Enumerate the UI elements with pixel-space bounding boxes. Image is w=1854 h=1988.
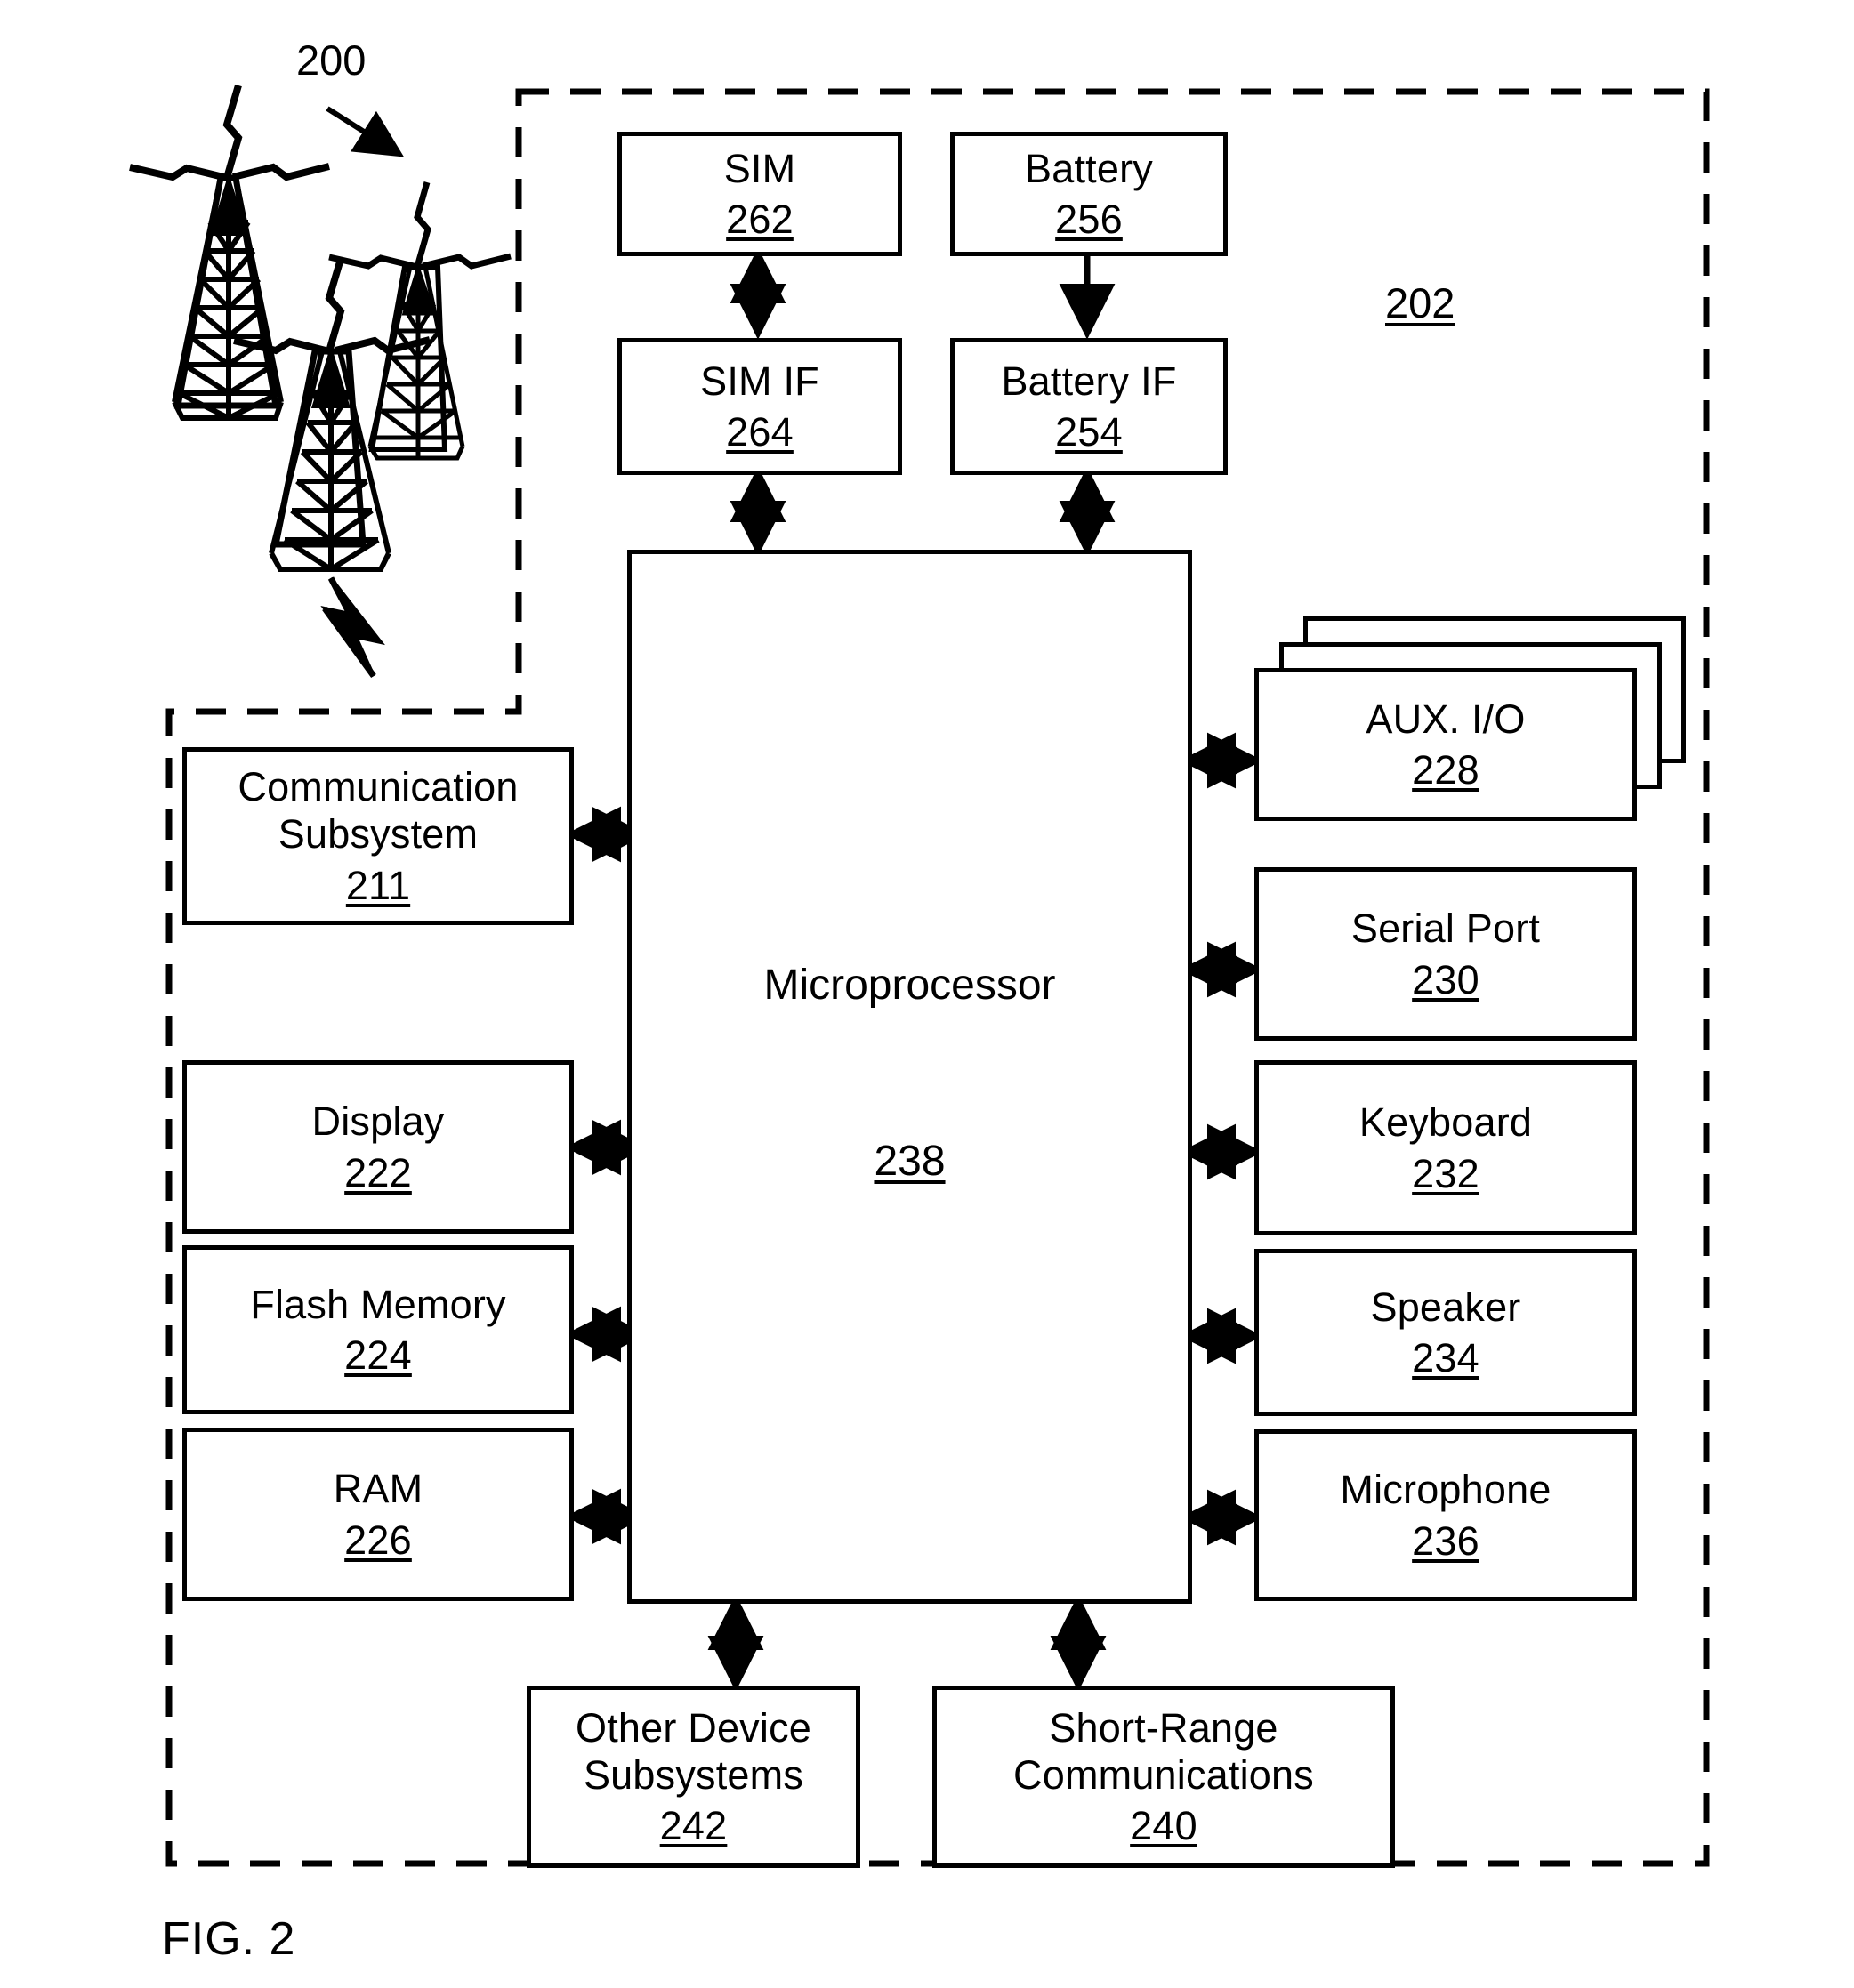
block-other-device-subsystems-label: Other Device Subsystems <box>576 1704 811 1798</box>
block-aux-io-number: 228 <box>1412 747 1479 793</box>
block-microphone[interactable]: Microphone 236 <box>1254 1429 1637 1601</box>
block-flash-memory-label: Flash Memory <box>250 1281 506 1327</box>
block-other-device-subsystems[interactable]: Other Device Subsystems 242 <box>527 1686 860 1868</box>
block-other-device-subsystems-number: 242 <box>659 1803 728 1849</box>
block-aux-io[interactable]: AUX. I/O 228 <box>1254 668 1637 821</box>
block-display-label: Display <box>311 1099 445 1145</box>
block-battery[interactable]: Battery 256 <box>950 132 1228 256</box>
block-speaker-number: 234 <box>1412 1335 1479 1380</box>
block-sim-if-number: 264 <box>726 409 794 455</box>
block-serial-port-number: 230 <box>1412 956 1479 1002</box>
block-sim[interactable]: SIM 262 <box>617 132 902 256</box>
block-short-range-communications[interactable]: Short-Range Communications 240 <box>932 1686 1395 1868</box>
block-display[interactable]: Display 222 <box>182 1060 574 1234</box>
label-202: 202 <box>1385 279 1455 326</box>
block-serial-port-label: Serial Port <box>1350 905 1541 952</box>
block-microprocessor-label: Microprocessor <box>763 962 1056 1009</box>
block-microprocessor[interactable] <box>627 550 1192 1604</box>
wireless-link-bolt-icon <box>320 576 385 679</box>
block-communication-subsystem-label: Communication Subsystem <box>238 764 519 857</box>
cell-tower-large-icon <box>129 84 330 421</box>
block-communication-subsystem[interactable]: Communication Subsystem 211 <box>182 747 574 925</box>
block-microphone-label: Microphone <box>1340 1467 1552 1513</box>
block-short-range-communications-number: 240 <box>1130 1803 1197 1849</box>
block-flash-memory-number: 224 <box>344 1332 412 1378</box>
block-keyboard-number: 232 <box>1412 1150 1479 1196</box>
block-communication-subsystem-number: 211 <box>345 862 411 908</box>
figure-caption: FIG. 2 <box>162 1913 296 1965</box>
block-ram[interactable]: RAM 226 <box>182 1428 574 1601</box>
block-serial-port[interactable]: Serial Port 230 <box>1254 867 1637 1041</box>
block-ram-label: RAM <box>333 1466 423 1512</box>
block-battery-number: 256 <box>1055 197 1123 242</box>
block-speaker-label: Speaker <box>1370 1284 1521 1330</box>
block-aux-io-label: AUX. I/O <box>1366 696 1526 742</box>
block-sim-number: 262 <box>726 197 794 242</box>
leader-line-200 <box>326 106 405 157</box>
block-battery-if-label: Battery IF <box>1001 358 1177 404</box>
block-microphone-number: 236 <box>1412 1517 1479 1564</box>
block-battery-label: Battery <box>1025 145 1153 191</box>
block-ram-number: 226 <box>344 1517 412 1563</box>
block-display-number: 222 <box>344 1149 412 1195</box>
block-sim-label: SIM <box>723 145 796 191</box>
block-microprocessor-number: 238 <box>874 1138 946 1185</box>
block-speaker[interactable]: Speaker 234 <box>1254 1249 1637 1416</box>
block-flash-memory[interactable]: Flash Memory 224 <box>182 1245 574 1414</box>
block-keyboard[interactable]: Keyboard 232 <box>1254 1060 1637 1235</box>
label-200: 200 <box>296 36 367 84</box>
block-battery-if-number: 254 <box>1055 409 1123 455</box>
figure-canvas: 200 202 FIG. 2 SIM 262 Battery 256 SIM I… <box>0 0 1854 1988</box>
block-sim-if[interactable]: SIM IF 264 <box>617 338 902 475</box>
block-sim-if-label: SIM IF <box>700 358 819 404</box>
block-battery-if[interactable]: Battery IF 254 <box>950 338 1228 475</box>
cell-tower-medium-icon <box>328 181 512 461</box>
block-keyboard-label: Keyboard <box>1358 1099 1533 1146</box>
block-short-range-communications-label: Short-Range Communications <box>1013 1704 1314 1798</box>
cell-tower-small-icon <box>233 257 431 572</box>
